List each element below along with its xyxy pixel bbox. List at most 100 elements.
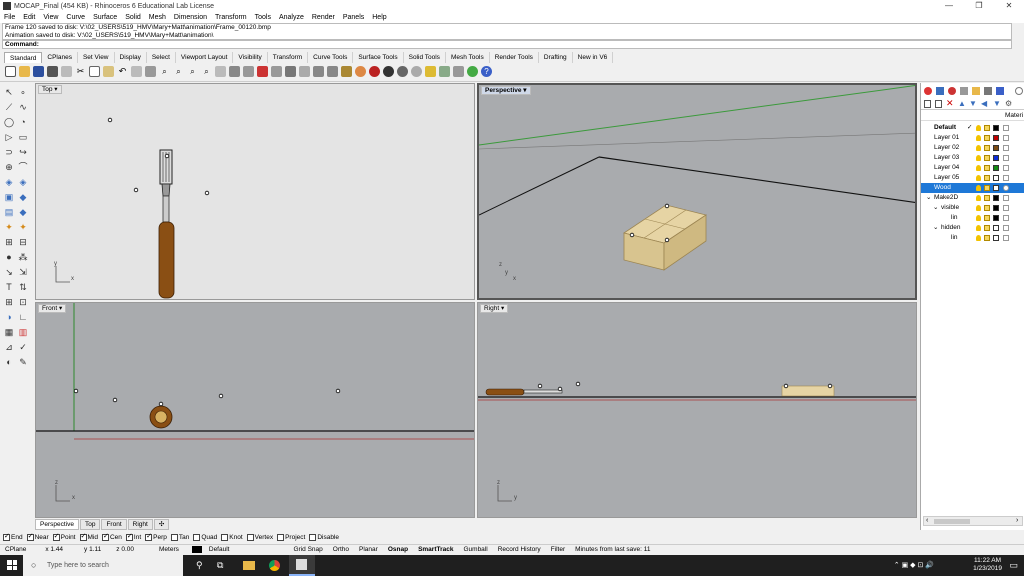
- osnap-project[interactable]: Project: [277, 534, 305, 541]
- array-icon[interactable]: ⊞: [3, 296, 15, 308]
- task-view-icon[interactable]: ⧉: [217, 560, 223, 571]
- viewport-right[interactable]: Right ▾ z y: [477, 302, 917, 518]
- layer-material-swatch[interactable]: [1003, 165, 1009, 171]
- rendered-icon[interactable]: [397, 66, 408, 77]
- move-icon[interactable]: T: [3, 281, 15, 293]
- layer-material-swatch[interactable]: [1003, 225, 1009, 231]
- menu-panels[interactable]: Panels: [343, 14, 364, 21]
- lock-icon[interactable]: [984, 185, 990, 191]
- tab-curve-tools[interactable]: Curve Tools: [308, 52, 354, 63]
- copy-tool-icon[interactable]: ⇅: [17, 281, 29, 293]
- layer-material-swatch[interactable]: [1003, 235, 1009, 241]
- record-history-toggle[interactable]: Record History: [493, 546, 546, 553]
- tab-cplanes[interactable]: CPlanes: [42, 52, 78, 63]
- layer-color-swatch[interactable]: [993, 195, 999, 201]
- layer-color-swatch[interactable]: [993, 235, 999, 241]
- taskbar-search[interactable]: ○ Type here to search: [23, 555, 183, 576]
- layer-color-swatch[interactable]: [993, 205, 999, 211]
- scroll-right-icon[interactable]: ›: [1016, 517, 1018, 524]
- tab-visibility[interactable]: Visibility: [233, 52, 268, 63]
- filter-icon[interactable]: ▼: [993, 99, 1001, 108]
- boolean-icon[interactable]: ◆: [17, 206, 29, 218]
- grid-icon[interactable]: [243, 66, 254, 77]
- visibility-bulb-icon[interactable]: [976, 205, 981, 211]
- osnap-checkbox[interactable]: [170, 534, 178, 541]
- lock-icon[interactable]: [984, 145, 990, 151]
- layer-material-swatch[interactable]: [1003, 145, 1009, 151]
- osnap-quad[interactable]: Quad: [193, 534, 217, 541]
- viewport-tab-perspective[interactable]: Perspective: [35, 519, 79, 530]
- group-icon[interactable]: ●: [3, 251, 15, 263]
- visibility-bulb-icon[interactable]: [976, 155, 981, 161]
- help-icon[interactable]: ?: [481, 66, 492, 77]
- microphone-icon[interactable]: ⚲: [196, 560, 203, 571]
- osnap-checkbox[interactable]: [246, 534, 254, 541]
- osnap-toggle[interactable]: Osnap: [383, 546, 413, 553]
- layer-panel-scrollbar[interactable]: ‹ ›: [923, 516, 1023, 526]
- chrome-icon[interactable]: [269, 560, 280, 571]
- materials-tab-icon[interactable]: [960, 87, 968, 95]
- expand-icon[interactable]: ⌄: [926, 193, 931, 203]
- object-properties-icon[interactable]: [355, 66, 366, 77]
- lock-icon[interactable]: [984, 175, 990, 181]
- split-icon[interactable]: ↘: [3, 266, 15, 278]
- libraries-tab-icon[interactable]: [972, 87, 980, 95]
- layer-row[interactable]: lin: [921, 213, 1024, 223]
- rotate-view-icon[interactable]: [145, 66, 156, 77]
- tab-mesh-tools[interactable]: Mesh Tools: [446, 52, 490, 63]
- tab-solid-tools[interactable]: Solid Tools: [404, 52, 446, 63]
- cut-icon[interactable]: ✂: [75, 66, 86, 77]
- print-icon[interactable]: [47, 66, 58, 77]
- osnap-icon[interactable]: [327, 66, 338, 77]
- osnap-checkbox[interactable]: [309, 534, 317, 541]
- visibility-bulb-icon[interactable]: [976, 145, 981, 151]
- fillet-icon[interactable]: ⌒: [17, 161, 29, 173]
- osnap-checkbox[interactable]: [221, 534, 229, 541]
- osnap-checkbox[interactable]: [145, 532, 153, 541]
- visibility-bulb-icon[interactable]: [976, 165, 981, 171]
- visibility-bulb-icon[interactable]: [976, 135, 981, 141]
- save-icon[interactable]: [33, 66, 44, 77]
- layer-color-swatch[interactable]: [993, 175, 999, 181]
- osnap-mid[interactable]: Mid: [79, 532, 98, 541]
- layer-color-swatch[interactable]: [993, 185, 999, 191]
- filter-toggle[interactable]: Filter: [546, 546, 570, 553]
- toolbar-icon[interactable]: [453, 66, 464, 77]
- render-tool-icon[interactable]: ◐: [3, 356, 15, 368]
- layer-material-swatch[interactable]: [1003, 195, 1009, 201]
- circle-icon[interactable]: ◯: [3, 116, 15, 128]
- box-icon[interactable]: ▣: [3, 191, 15, 203]
- osnap-checkbox[interactable]: [3, 532, 10, 541]
- copy-icon[interactable]: [89, 66, 100, 77]
- loft-icon[interactable]: ◈: [17, 176, 29, 188]
- osnap-knot[interactable]: Knot: [221, 534, 243, 541]
- layer-row[interactable]: ⌄ Make2D: [921, 193, 1024, 203]
- new-sublayer-icon[interactable]: [935, 100, 942, 108]
- menu-mesh[interactable]: Mesh: [149, 14, 166, 21]
- osnap-end[interactable]: End: [3, 532, 23, 541]
- viewport-tab-front[interactable]: Front: [101, 519, 127, 530]
- curve-freeform-icon[interactable]: ⊃: [3, 146, 15, 158]
- layer-material-swatch[interactable]: [1003, 125, 1009, 131]
- tab-transform[interactable]: Transform: [268, 52, 309, 63]
- ghosted-icon[interactable]: [411, 66, 422, 77]
- scale-icon[interactable]: ⊡: [17, 296, 29, 308]
- block-icon[interactable]: ▥: [17, 326, 29, 338]
- notifications-icon[interactable]: ▭: [1009, 560, 1018, 571]
- visibility-bulb-icon[interactable]: [976, 235, 981, 241]
- undo-icon[interactable]: ↶: [117, 66, 128, 77]
- windows-start-icon[interactable]: [7, 560, 17, 570]
- layer-row[interactable]: Layer 04: [921, 163, 1024, 173]
- system-tray[interactable]: ⌃ ▣ ◆ ⊡ 🔊: [894, 561, 934, 569]
- open-file-icon[interactable]: [19, 66, 30, 77]
- tab-render-tools[interactable]: Render Tools: [490, 52, 539, 63]
- gumball-toggle[interactable]: Gumball: [458, 546, 492, 553]
- layer-row[interactable]: Layer 01: [921, 133, 1024, 143]
- osnap-checkbox[interactable]: [125, 532, 133, 541]
- expand-icon[interactable]: ⌄: [933, 223, 938, 233]
- layer-row[interactable]: Default ✓: [921, 123, 1024, 133]
- menu-file[interactable]: File: [4, 14, 15, 21]
- visibility-bulb-icon[interactable]: [976, 175, 981, 181]
- osnap-checkbox[interactable]: [79, 532, 87, 541]
- command-input[interactable]: Command:: [2, 40, 1012, 49]
